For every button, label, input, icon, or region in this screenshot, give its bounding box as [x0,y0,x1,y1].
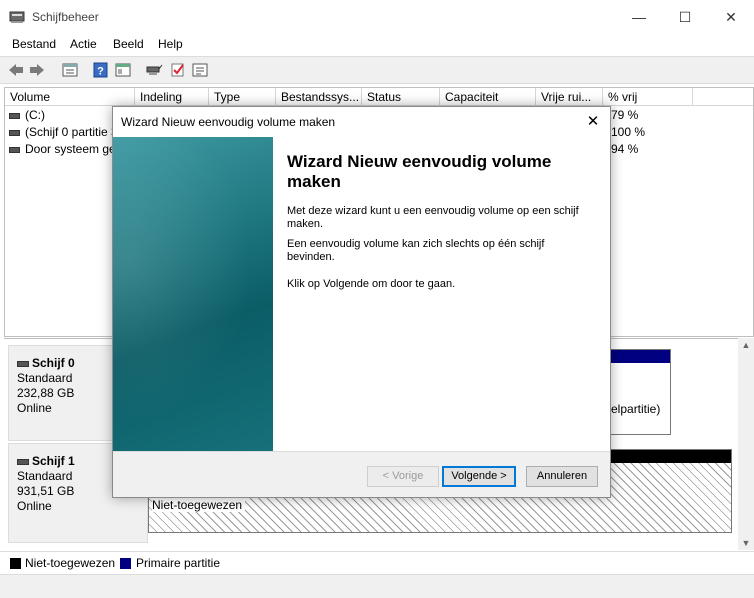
volume-free-pct: 79 % [611,108,639,122]
disk-icon [17,360,29,367]
disk-area-scrollbar[interactable]: ▲ ▼ [738,338,754,550]
wizard-info-text: Een eenvoudig volume kan zich slechts op… [287,238,545,263]
minimize-button[interactable]: — [616,0,662,34]
toolbar: ? [0,56,754,84]
partition-header-bar [605,350,670,363]
column-vrije-ruimte[interactable]: Vrije rui... [536,88,603,106]
cancel-button[interactable]: Annuleren [526,466,598,487]
volume-name: (C:) [25,108,45,122]
window-titlebar: Schijfbeheer — ☐ ✕ [0,0,754,34]
menu-beeld[interactable]: Beeld [113,37,144,51]
disk-icon [17,458,29,465]
column-indeling[interactable]: Indeling [135,88,209,106]
svg-text:?: ? [97,66,104,78]
wizard-instruction-text: Klik op Volgende om door te gaan. [287,278,456,290]
column-pct-vrij[interactable]: % vrij [603,88,693,106]
menu-bestand[interactable]: Bestand [12,37,56,51]
volume-icon [9,147,20,153]
disk-management-icon [9,11,25,23]
volume-name: Door systeem ge [25,142,116,156]
back-button[interactable]: < Vorige [367,466,439,487]
wizard-banner-image [113,137,273,451]
dialog-footer: < Vorige Volgende > Annuleren [113,451,610,497]
volume-row[interactable]: Door systeem ge [5,141,125,158]
close-button[interactable]: ✕ [708,0,754,34]
volume-free-pct: 100 % [611,125,646,139]
settings-icon[interactable] [191,62,209,78]
dialog-close-icon[interactable]: ✕ [576,107,610,137]
back-arrow-icon[interactable] [7,62,25,78]
disk-name: Schijf 0 [32,356,75,370]
maximize-button[interactable]: ☐ [662,0,708,34]
console-icon[interactable] [114,62,132,78]
menu-actie[interactable]: Actie [70,37,97,51]
help-icon[interactable]: ? [92,62,110,78]
volume-row[interactable]: (C:) [5,107,125,124]
disk-state: Online [17,499,52,513]
volume-icon [9,130,20,136]
forward-arrow-icon[interactable] [28,62,46,78]
column-status[interactable]: Status [362,88,440,106]
volume-free-pct: 94 % [611,142,639,156]
volume-row[interactable]: (Schijf 0 partitie 3 [5,124,125,141]
wizard-heading: Wizard Nieuw eenvoudig volume maken [287,152,552,191]
column-bestandssysteem[interactable]: Bestandssys... [276,88,362,106]
scroll-down-icon[interactable]: ▼ [738,536,754,550]
partition-block[interactable]: celpartitie) [604,349,671,435]
partition-label: celpartitie) [605,402,661,416]
scroll-up-icon[interactable]: ▲ [738,338,754,352]
unallocated-label: Niet-toegewezen [152,498,246,512]
window-title: Schijfbeheer [32,10,99,24]
wizard-dialog: Wizard Nieuw eenvoudig volume maken ✕ Wi… [112,106,611,498]
status-bar [0,574,754,598]
disk-name: Schijf 1 [32,454,75,468]
menu-bar: Bestand Actie Beeld Help [0,34,754,54]
volume-icon [9,113,20,119]
legend-swatch-primary [120,558,131,569]
check-icon[interactable] [169,62,187,78]
column-filler [693,88,753,106]
menu-help[interactable]: Help [158,37,183,51]
volume-name: (Schijf 0 partitie 3 [25,125,118,139]
wizard-intro-text: Met deze wizard kunt u een eenvoudig vol… [287,205,579,230]
legend-unallocated: Niet-toegewezen [25,556,116,570]
column-type[interactable]: Type [209,88,276,106]
connect-icon[interactable] [145,62,163,78]
next-button[interactable]: Volgende > [442,466,516,487]
properties-icon[interactable] [61,62,79,78]
legend: Niet-toegewezen Primaire partitie [0,551,754,573]
column-volume[interactable]: Volume [5,88,135,106]
legend-swatch-unallocated [10,558,21,569]
dialog-title: Wizard Nieuw eenvoudig volume maken [121,115,336,129]
column-capaciteit[interactable]: Capaciteit [440,88,536,106]
legend-primary: Primaire partitie [136,556,221,570]
